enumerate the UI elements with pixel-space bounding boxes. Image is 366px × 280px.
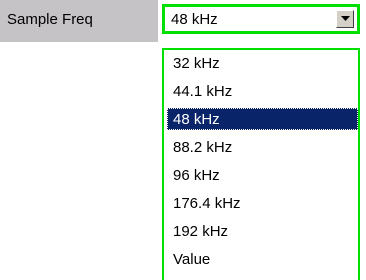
option-96-khz[interactable]: 96 kHz bbox=[167, 164, 358, 186]
sample-freq-label-cell: Sample Freq bbox=[0, 0, 158, 42]
sample-freq-label: Sample Freq bbox=[7, 11, 93, 28]
sample-freq-select[interactable]: 48 kHz bbox=[162, 4, 360, 34]
chevron-down-icon bbox=[340, 16, 350, 21]
option-88-2-khz[interactable]: 88.2 kHz bbox=[167, 136, 358, 158]
option-176-4-khz[interactable]: 176.4 kHz bbox=[167, 192, 358, 214]
option-32-khz[interactable]: 32 kHz bbox=[167, 52, 358, 74]
option-44-1-khz[interactable]: 44.1 kHz bbox=[167, 80, 358, 102]
option-192-khz[interactable]: 192 kHz bbox=[167, 220, 358, 242]
dropdown-list: 32 kHz 44.1 kHz 48 kHz 88.2 kHz 96 kHz 1… bbox=[162, 48, 360, 280]
dropdown-button[interactable] bbox=[336, 10, 354, 28]
option-value[interactable]: Value bbox=[167, 248, 358, 270]
option-48-khz[interactable]: 48 kHz bbox=[167, 108, 358, 130]
select-current-value: 48 kHz bbox=[171, 11, 218, 28]
